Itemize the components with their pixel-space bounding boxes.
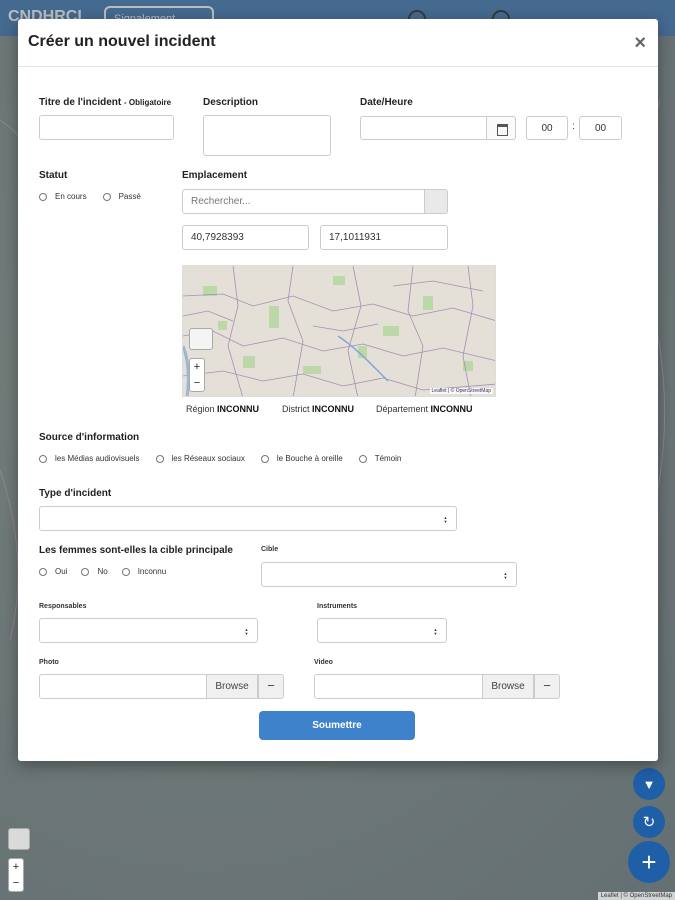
women-target-radio-group: Oui No Inconnu — [39, 567, 166, 576]
source-radio-word-of-mouth[interactable] — [260, 454, 269, 463]
map-zoom-in-button[interactable]: + — [190, 359, 204, 375]
map-attribution: Leaflet | © OpenStreetMap — [429, 388, 493, 394]
women-target-radio-unknown[interactable] — [121, 567, 130, 576]
latitude-input[interactable]: 40,7928393 — [182, 225, 309, 250]
source-radio-media[interactable] — [39, 454, 47, 463]
refresh-icon: ↻ — [642, 814, 656, 831]
hour-input[interactable]: 00 — [526, 116, 568, 140]
photo-file-input[interactable] — [39, 674, 207, 699]
video-remove-button[interactable]: − — [534, 674, 560, 699]
instruments-select[interactable] — [317, 618, 447, 643]
background-layers-icon[interactable] — [8, 828, 30, 850]
photo-remove-button[interactable]: − — [258, 674, 284, 699]
status-label: Statut — [39, 170, 68, 181]
title-label: Titre de l'incident - Obligatoire — [39, 97, 172, 108]
district-info: District INCONNU — [282, 404, 355, 414]
map-layers-icon[interactable] — [189, 328, 213, 350]
status-radio-past[interactable] — [102, 192, 111, 201]
location-search-button[interactable] — [424, 189, 448, 214]
refresh-button[interactable]: ↻ — [633, 806, 665, 838]
women-target-option-unknown[interactable]: Inconnu — [121, 567, 166, 576]
video-file-input[interactable] — [314, 674, 483, 699]
location-map[interactable]: + − Leaflet | © OpenStreetMap — [182, 265, 496, 397]
modal-header: Créer un nouvel incident × — [18, 19, 658, 67]
background-zoom-control[interactable]: + − — [8, 858, 24, 892]
status-option-ongoing[interactable]: En cours — [39, 192, 87, 201]
department-info: Département INCONNU — [376, 404, 473, 414]
photo-label: Photo — [39, 659, 59, 666]
location-label: Emplacement — [182, 170, 248, 181]
women-target-radio-no[interactable] — [81, 567, 90, 576]
modal-title: Créer un nouvel incident — [28, 33, 216, 50]
source-radio-social[interactable] — [155, 454, 164, 463]
filter-icon: ▼ — [642, 776, 656, 792]
women-target-label: Les femmes sont-elles la cible principal… — [39, 545, 233, 556]
women-target-option-no[interactable]: No — [81, 567, 108, 576]
location-map-tiles — [183, 266, 495, 396]
datetime-label: Date/Heure — [360, 97, 413, 108]
target-label: Cible — [261, 546, 279, 553]
source-radio-witness[interactable] — [358, 454, 367, 463]
target-select[interactable] — [261, 562, 517, 587]
status-radio-group: En cours Passé — [39, 192, 141, 201]
women-target-option-yes[interactable]: Oui — [39, 567, 67, 576]
source-option-word-of-mouth[interactable]: le Bouche à oreille — [260, 454, 343, 463]
add-incident-button[interactable]: + — [628, 841, 670, 883]
status-option-past[interactable]: Passé — [102, 192, 141, 201]
map-zoom-control: + − — [189, 358, 205, 392]
calendar-icon[interactable] — [486, 116, 516, 140]
submit-button[interactable]: Soumettre — [259, 711, 415, 740]
source-option-media[interactable]: les Médias audiovisuels — [39, 454, 140, 463]
video-label: Video — [314, 659, 333, 666]
women-target-radio-yes[interactable] — [39, 567, 47, 576]
minute-input[interactable]: 00 — [579, 116, 622, 140]
filter-button[interactable]: ▼ — [633, 768, 665, 800]
source-option-social[interactable]: les Réseaux sociaux — [155, 454, 245, 463]
map-zoom-out-button[interactable]: − — [190, 375, 204, 391]
source-radio-group: les Médias audiovisuels les Réseaux soci… — [39, 454, 401, 463]
longitude-input[interactable]: 17,1011931 — [320, 225, 448, 250]
description-textarea[interactable] — [203, 115, 331, 156]
time-separator: : — [572, 121, 575, 132]
date-input[interactable] — [360, 116, 487, 140]
close-icon[interactable]: × — [634, 33, 646, 53]
photo-browse-button[interactable]: Browse — [206, 674, 258, 699]
background-attribution: Leaflet | © OpenStreetMap — [597, 892, 675, 900]
status-radio-ongoing[interactable] — [39, 192, 47, 201]
title-input[interactable] — [39, 115, 174, 140]
create-incident-modal: Créer un nouvel incident × Titre de l'in… — [18, 19, 658, 761]
source-label: Source d'information — [39, 432, 140, 443]
source-option-witness[interactable]: Témoin — [358, 454, 401, 463]
instruments-label: Instruments — [317, 603, 358, 610]
responsables-select[interactable] — [39, 618, 258, 643]
incident-type-label: Type d'incident — [39, 488, 112, 499]
incident-type-select[interactable] — [39, 506, 457, 531]
region-info: Région INCONNU — [186, 404, 260, 414]
plus-icon: + — [641, 846, 657, 877]
video-browse-button[interactable]: Browse — [482, 674, 534, 699]
description-label: Description — [203, 97, 259, 108]
responsables-label: Responsables — [39, 603, 87, 610]
location-search-input[interactable]: Rechercher... — [182, 189, 425, 214]
